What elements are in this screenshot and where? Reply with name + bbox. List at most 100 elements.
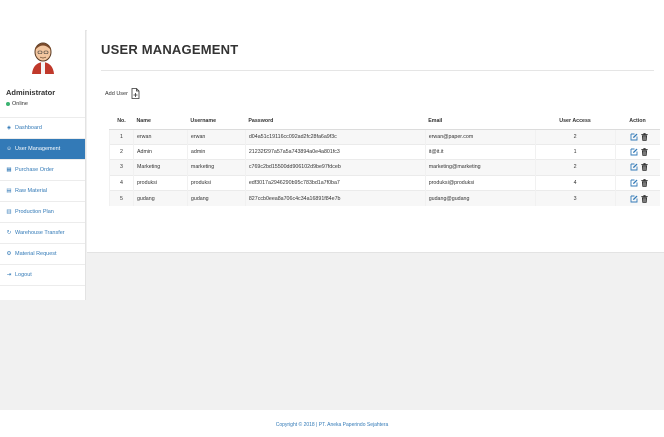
trash-icon[interactable] xyxy=(641,179,648,187)
table-row: 1 erwan erwan d04a51c19116cc092ad2fc28fa6a9… xyxy=(109,128,660,145)
cell-password: 827ccb0eea8a706c4c34a16891f84e7b xyxy=(244,190,426,206)
title-divider xyxy=(101,70,654,71)
dashboard-icon: ◈ xyxy=(6,125,12,131)
logout-icon: ⇥ xyxy=(6,272,12,278)
sidebar: Administrator Online ◈ Dashboard ☺ User Man… xyxy=(0,30,86,300)
column-header: No. xyxy=(109,114,134,130)
sidebar-item-label: Dashboard xyxy=(15,125,42,131)
edit-icon[interactable] xyxy=(630,179,638,187)
sidebar-item-label: Warehouse Transfer xyxy=(15,230,65,236)
sidebar-item-warehouse-transfer[interactable]: ↻ Warehouse Transfer xyxy=(0,223,85,244)
cell-access: 2 xyxy=(534,159,616,176)
online-status: Online xyxy=(0,101,85,107)
trash-icon[interactable] xyxy=(641,132,648,141)
sidebar-item-logout[interactable]: ⇥ Logout xyxy=(0,265,85,286)
add-user-label: Add User xyxy=(105,90,128,97)
cell-access: 4 xyxy=(534,174,616,191)
cell-username: marketing xyxy=(186,159,246,176)
cell-name: erwan xyxy=(132,128,188,145)
column-header: Username xyxy=(187,114,246,130)
cell-name: gudang xyxy=(132,190,188,206)
cell-username: admin xyxy=(186,143,246,160)
cell-action xyxy=(614,159,660,176)
online-status-label: Online xyxy=(12,101,28,107)
edit-icon[interactable] xyxy=(630,148,638,156)
cell-password: edf3017a2946290b95c783bd1a7f0ba7 xyxy=(244,174,426,191)
sidebar-item-raw-material[interactable]: ▤ Raw Material xyxy=(0,181,85,202)
cell-access: 3 xyxy=(534,190,616,206)
cell-name: produksi xyxy=(132,174,188,191)
footer-copyright: Copyright © 2018 | PT. Aneka Paperindo S… xyxy=(275,422,389,428)
gear-icon: ⚙ xyxy=(6,251,12,257)
user-avatar-icon xyxy=(31,42,54,74)
sidebar-item-label: Material Request xyxy=(15,251,57,257)
table-row: 3 Marketing marketing c769c2bd15500dd906102… xyxy=(109,159,660,176)
cell-name: Admin xyxy=(132,143,188,160)
add-user-button[interactable]: Add User xyxy=(105,88,140,99)
cell-action xyxy=(614,128,660,145)
cell-no: 4 xyxy=(109,174,134,191)
cell-access: 1 xyxy=(534,143,616,160)
table-row: 5 gudang gudang 827ccb0eea8a706c4c34a16891f… xyxy=(109,190,660,206)
column-header: Email xyxy=(425,114,536,130)
users-table: No. Name Username Password Email User Access A… xyxy=(109,114,660,206)
table-row: 2 Admin admin 21232f297a57a5a743894a0e4a801… xyxy=(109,143,660,160)
sidebar-item-dashboard[interactable]: ◈ Dashboard xyxy=(0,118,85,139)
trash-icon[interactable] xyxy=(641,194,648,203)
list-icon: ▤ xyxy=(6,188,12,194)
table-header-row: No. Name Username Password Email User Access A… xyxy=(109,114,660,130)
avatar xyxy=(0,30,85,86)
top-bar xyxy=(0,0,664,30)
user-name: Administrator xyxy=(6,88,56,97)
sidebar-item-user-management[interactable]: ☺ User Management xyxy=(0,139,85,160)
sidebar-item-label: User Management xyxy=(15,146,61,152)
cell-username: erwan xyxy=(186,128,246,145)
cell-no: 2 xyxy=(109,143,134,160)
page-title: USER MANAGEMENT xyxy=(101,42,239,57)
cell-password: 21232f297a57a5a743894a0e4a801fc3 xyxy=(244,143,426,160)
cell-email: erwan@paper.com xyxy=(424,128,536,145)
cell-no: 1 xyxy=(109,128,134,145)
sidebar-menu: ◈ Dashboard ☺ User Management ▦ Purchase Orde… xyxy=(0,117,85,286)
cell-password: c769c2bd15500dd906102d9be97fdceb xyxy=(244,159,426,176)
cell-email: produksi@produksi xyxy=(424,174,536,191)
cell-access: 2 xyxy=(534,128,616,145)
sidebar-item-material-request[interactable]: ⚙ Material Request xyxy=(0,244,85,265)
edit-icon[interactable] xyxy=(630,163,638,171)
cell-password: d04a51c19116cc092ad2fc28fa6a9f3c xyxy=(244,128,426,145)
cell-email: marketing@marketing xyxy=(424,159,536,176)
cell-no: 5 xyxy=(109,190,134,206)
user-icon: ☺ xyxy=(6,146,12,152)
table-icon: ▦ xyxy=(6,167,12,173)
calendar-icon: ▥ xyxy=(6,209,12,215)
sidebar-item-production-plan[interactable]: ▥ Production Plan xyxy=(0,202,85,223)
column-header: User Access xyxy=(535,114,616,130)
cell-name: Marketing xyxy=(132,159,188,176)
cell-username: produksi xyxy=(186,174,246,191)
cell-action xyxy=(614,174,660,191)
column-header: Action xyxy=(615,114,660,130)
cell-email: gudang@gudang xyxy=(424,190,536,206)
column-header: Name xyxy=(133,114,188,130)
edit-icon[interactable] xyxy=(630,195,638,203)
cell-action xyxy=(614,143,660,160)
sidebar-item-purchase-order[interactable]: ▦ Purchase Order xyxy=(0,160,85,181)
table-body: 1 erwan erwan d04a51c19116cc092ad2fc28fa6a9… xyxy=(109,128,660,206)
status-dot-icon xyxy=(6,102,10,106)
sidebar-item-label: Production Plan xyxy=(15,209,54,215)
sidebar-item-label: Logout xyxy=(15,272,32,278)
add-document-icon xyxy=(131,88,140,99)
sidebar-item-label: Purchase Order xyxy=(15,167,54,173)
edit-icon[interactable] xyxy=(630,133,638,141)
cell-username: gudang xyxy=(186,190,246,206)
trash-icon[interactable] xyxy=(641,148,648,156)
cell-no: 3 xyxy=(109,159,134,176)
sidebar-item-label: Raw Material xyxy=(15,188,48,194)
cell-action xyxy=(614,190,660,206)
trash-icon[interactable] xyxy=(641,163,648,172)
main-panel: USER MANAGEMENT Add User No. Name Username… xyxy=(87,30,664,253)
table-row: 4 produksi produksi edf3017a2946290b95c783b… xyxy=(109,174,660,191)
cell-email: it@it.it xyxy=(424,143,536,160)
refresh-icon: ↻ xyxy=(6,230,12,236)
column-header: Password xyxy=(245,114,426,130)
